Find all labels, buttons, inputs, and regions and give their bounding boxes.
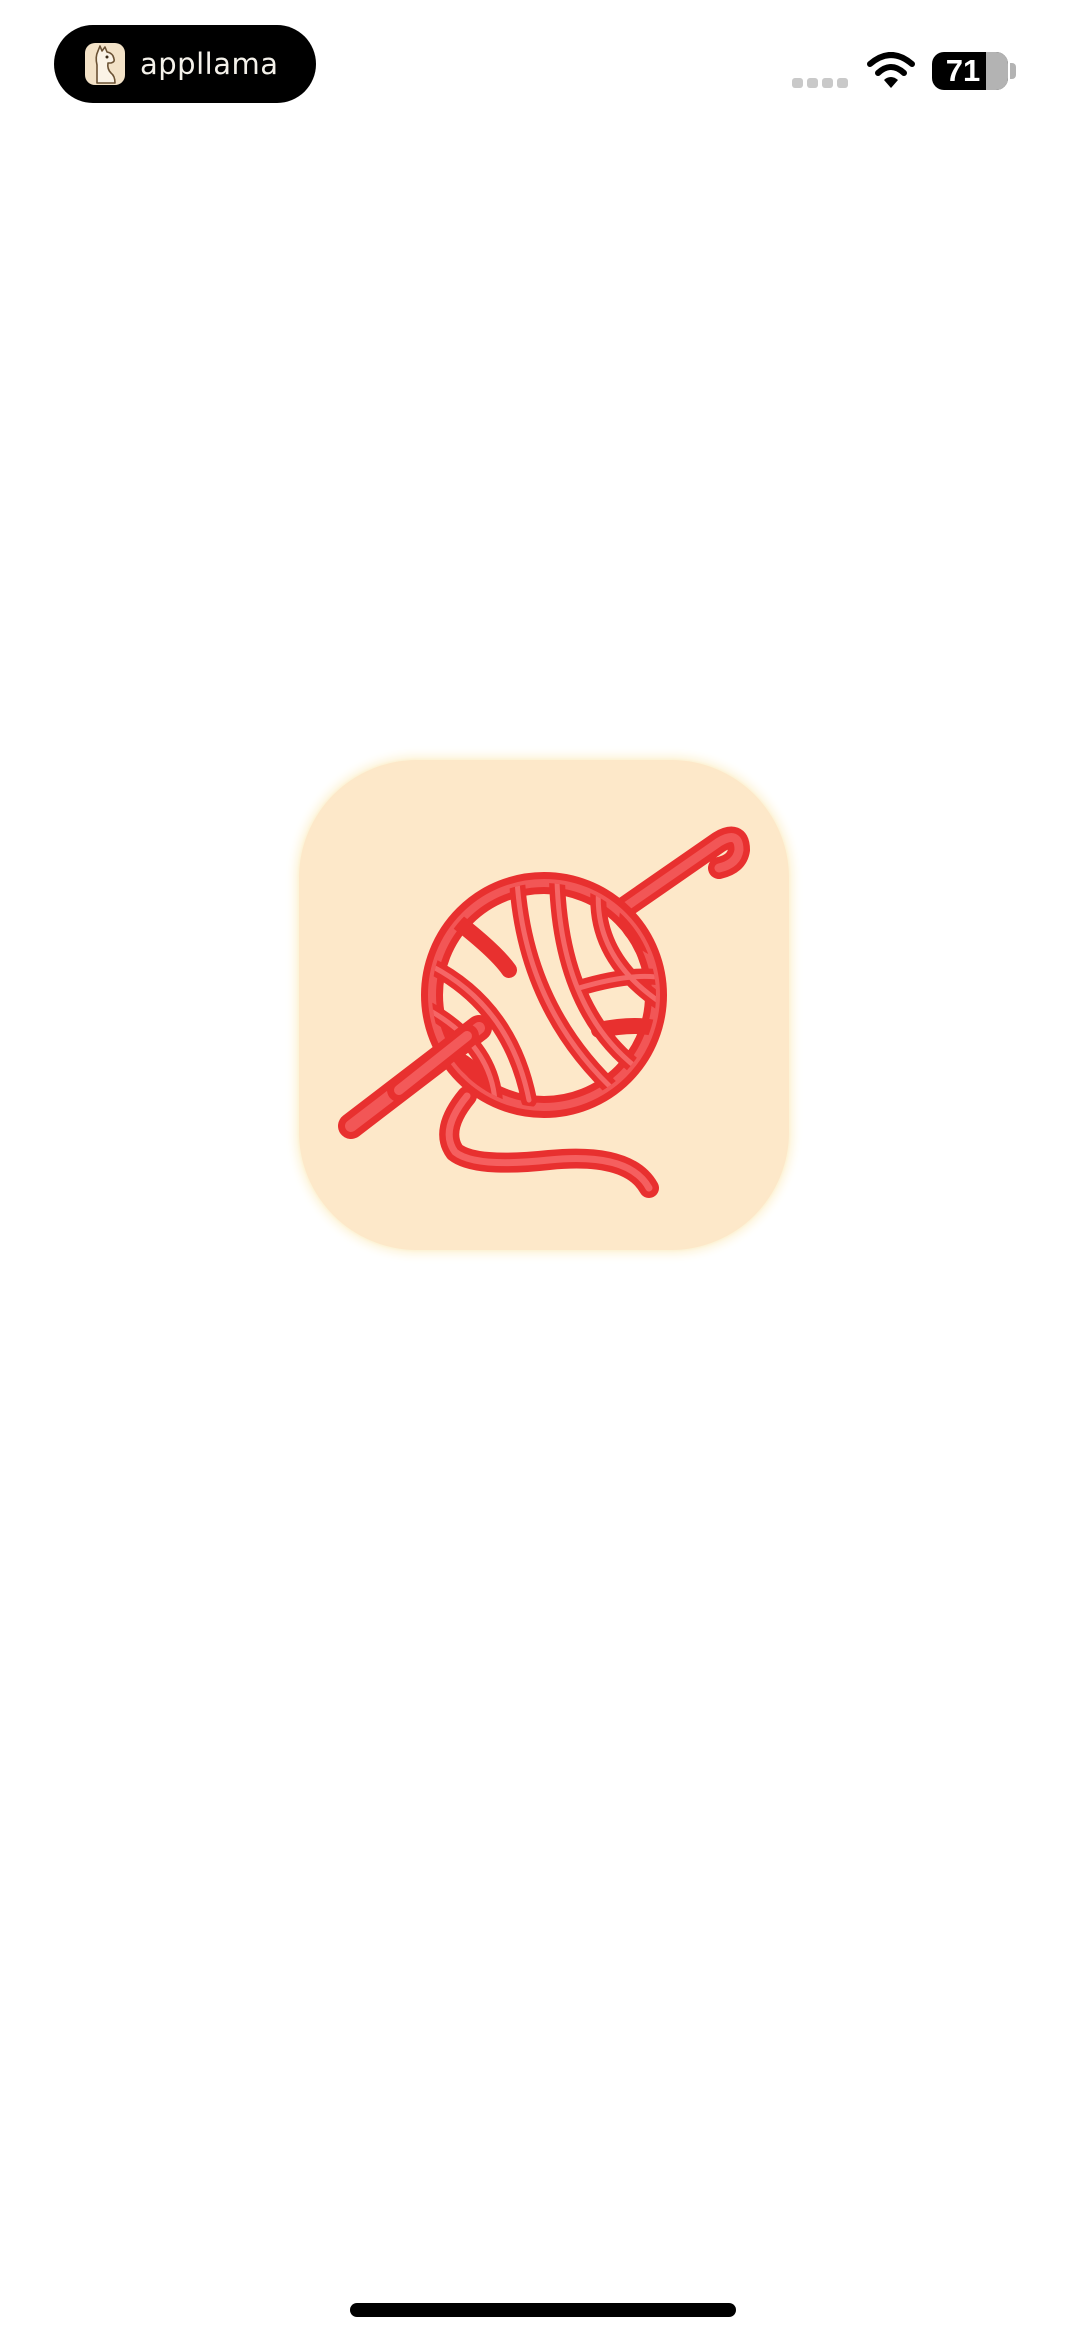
- battery-icon: 71: [932, 52, 1008, 90]
- home-indicator[interactable]: [350, 2303, 736, 2317]
- battery-level: 71: [945, 53, 981, 88]
- status-pill[interactable]: appllama: [54, 25, 316, 103]
- status-pill-label: appllama: [140, 47, 279, 81]
- wifi-icon: [867, 52, 915, 88]
- battery-tip: [1010, 63, 1016, 79]
- llama-logo-icon: [85, 43, 125, 85]
- yarn-ball-crochet-hook-icon: [299, 760, 789, 1250]
- cellular-signal-icon: [792, 78, 848, 88]
